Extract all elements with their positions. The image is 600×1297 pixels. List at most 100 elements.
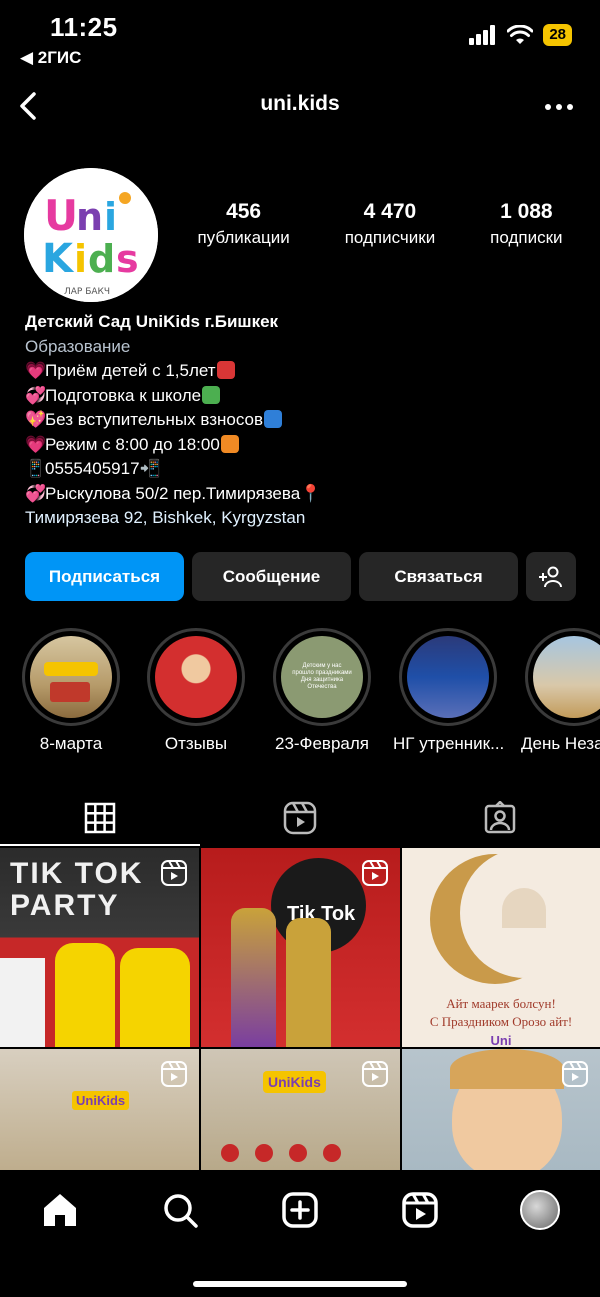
bio-line: 💗Приём детей с 1,5лет xyxy=(25,359,585,384)
profile-avatar[interactable]: U n i K i d s ЛАР БАКЧ xyxy=(24,168,158,302)
svg-text:d: d xyxy=(88,237,115,281)
highlight-item[interactable]: Детским у нас прошло праздниками Дня защ… xyxy=(267,628,377,754)
svg-text:n: n xyxy=(76,195,103,239)
tab-tagged[interactable] xyxy=(400,790,600,846)
bio-line-text: Режим с 8:00 до 18:00 xyxy=(45,434,220,454)
post-figure-row xyxy=(221,1144,381,1168)
red-book-emoji-icon xyxy=(216,361,235,379)
stat-posts[interactable]: 456 публикации xyxy=(197,200,289,248)
highlight-cover-text: Детским у нас прошло праздниками Дня защ… xyxy=(292,663,352,690)
bio-line-text: Без вступительных взносов xyxy=(45,410,264,429)
profile-header: uni.kids xyxy=(0,82,600,132)
highlight-item[interactable]: 8-марта xyxy=(16,628,126,754)
wifi-icon xyxy=(507,25,534,44)
highlight-cover xyxy=(155,636,237,718)
heart-emoji-icon: 💗 xyxy=(25,361,47,380)
contact-button[interactable]: Связаться xyxy=(359,552,518,601)
highlight-item[interactable]: НГ утренник... xyxy=(393,628,505,754)
add-user-icon xyxy=(539,566,562,587)
bio-line: 📱0555405917📲 xyxy=(25,457,585,482)
svg-text:i: i xyxy=(104,195,117,239)
mosque-dome xyxy=(502,888,546,928)
green-book-emoji-icon xyxy=(202,385,221,404)
suggested-users-button[interactable] xyxy=(526,552,576,601)
highlight-label: Отзывы xyxy=(164,734,228,753)
home-icon[interactable] xyxy=(40,1190,80,1230)
reel-badge-icon xyxy=(362,1061,388,1087)
orange-book-emoji-icon xyxy=(220,434,239,453)
svg-text:i: i xyxy=(74,237,87,281)
post-thumbnail[interactable]: Айт маарек болсун! С Праздником Орозо ай… xyxy=(402,848,600,1047)
post-caption-line2: С Праздником Орозо айт! xyxy=(429,1014,573,1029)
pin-emoji-icon: 📍 xyxy=(300,483,322,503)
more-horizontal-icon[interactable] xyxy=(544,92,574,122)
back-to-app-link[interactable]: ◀ 2ГИС xyxy=(20,48,81,68)
follow-button[interactable]: Подписаться xyxy=(25,552,184,601)
phone-emoji-icon: 📱 xyxy=(25,459,47,478)
post-figure xyxy=(286,918,331,1047)
bio-line-text[interactable]: 0555405917 xyxy=(45,459,140,478)
highlight-label: 8-марта xyxy=(39,734,103,753)
highlight-item[interactable]: День Неза xyxy=(519,628,600,754)
bio-line: 💖Без вступительных взносов xyxy=(25,408,585,433)
post-thumbnail[interactable]: Tik Tok xyxy=(201,848,400,1047)
highlight-ring xyxy=(525,628,600,726)
profile-actions: Подписаться Сообщение Связаться xyxy=(25,552,577,601)
reel-badge-icon xyxy=(362,860,388,886)
profile-tabs xyxy=(0,790,600,846)
stat-label: подписчики xyxy=(344,228,436,247)
bottom-navigation xyxy=(0,1170,600,1297)
phone-arrow-emoji-icon: 📲 xyxy=(139,459,161,478)
profile-bio: Детский Сад UniKids г.Бишкек Образование… xyxy=(25,310,585,531)
profile-category[interactable]: Образование xyxy=(25,335,585,360)
post-figure xyxy=(55,943,115,1047)
stat-following[interactable]: 1 088 подписки xyxy=(490,200,562,248)
heart-emoji-icon: 💞 xyxy=(25,385,47,405)
profile-avatar-tab[interactable] xyxy=(520,1190,560,1230)
highlight-cover: Детским у нас прошло праздниками Дня защ… xyxy=(281,636,363,718)
stat-label: подписки xyxy=(490,228,563,247)
profile-address-link[interactable]: Тимирязева 92, Bishkek, Kyrgyzstan xyxy=(25,506,585,531)
highlight-cover xyxy=(30,636,112,718)
unikids-logo: U n i K i d s ЛАР БАКЧ xyxy=(24,168,158,302)
posts-grid: TIK TOK PARTY Tik Tok Айт маарек болсун!… xyxy=(0,848,600,1170)
post-thumbnail[interactable]: UniKids xyxy=(0,1049,199,1170)
stat-followers[interactable]: 4 470 подписчики xyxy=(345,200,436,248)
post-thumbnail[interactable] xyxy=(402,1049,600,1170)
profile-name: Детский Сад UniKids г.Бишкек xyxy=(25,312,279,331)
svg-text:ЛАР БАКЧ: ЛАР БАКЧ xyxy=(64,287,110,297)
heart-emoji-icon: 💗 xyxy=(25,434,47,454)
blue-book-emoji-icon xyxy=(264,410,283,428)
highlight-label: НГ утренник... xyxy=(393,734,505,753)
battery-indicator: 28 xyxy=(543,24,572,46)
highlight-ring xyxy=(399,628,497,726)
highlight-ring xyxy=(22,628,120,726)
tab-posts[interactable] xyxy=(0,790,200,846)
stat-value: 4 470 xyxy=(363,200,417,223)
post-thumbnail[interactable]: UniKids xyxy=(201,1049,400,1170)
highlight-ring: Детским у нас прошло праздниками Дня защ… xyxy=(273,628,371,726)
post-figure xyxy=(120,948,190,1047)
search-icon[interactable] xyxy=(160,1190,200,1230)
cellular-signal-icon xyxy=(469,25,496,45)
bio-line-text: Приём детей с 1,5лет xyxy=(45,361,216,380)
create-icon[interactable] xyxy=(280,1190,320,1230)
bio-line: 💗Режим с 8:00 до 18:00 xyxy=(25,433,585,458)
highlight-item[interactable]: Отзывы xyxy=(141,628,251,754)
post-caption: UniKids xyxy=(263,1071,326,1093)
post-caption: UniKids xyxy=(72,1091,130,1110)
svg-text:s: s xyxy=(116,237,139,281)
status-icons: 28 xyxy=(469,24,572,46)
profile-username: uni.kids xyxy=(260,92,340,115)
highlight-label: 23-Февраля xyxy=(274,734,369,753)
stat-value: 456 xyxy=(226,200,262,223)
reels-icon[interactable] xyxy=(400,1190,440,1230)
post-thumbnail[interactable]: TIK TOK PARTY xyxy=(0,848,199,1047)
tab-reels[interactable] xyxy=(200,790,400,846)
message-button[interactable]: Сообщение xyxy=(192,552,351,601)
tagged-icon xyxy=(484,801,516,834)
story-highlights: 8-марта Отзывы Детским у нас прошло праз… xyxy=(0,628,600,758)
bio-line: 💞Подготовка к школе xyxy=(25,384,585,409)
post-logo: Uni xyxy=(490,1033,512,1047)
status-bar: 11:25 ◀ 2ГИС 28 xyxy=(0,0,600,80)
